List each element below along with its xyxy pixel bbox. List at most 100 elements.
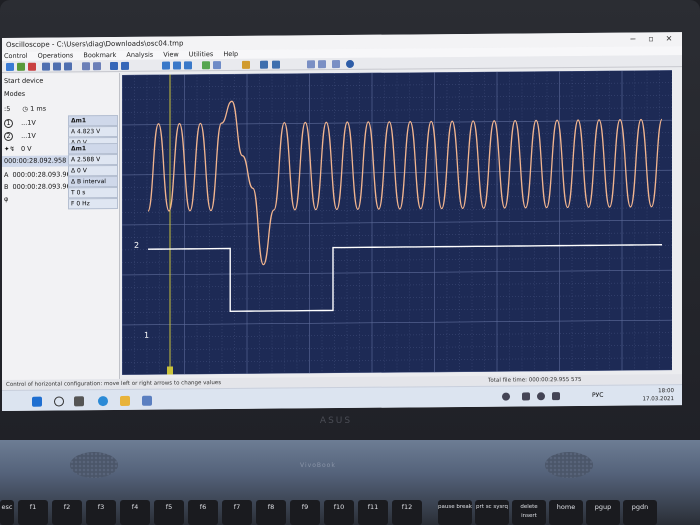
menu-utilities[interactable]: Utilities — [187, 50, 213, 59]
menu-analysis[interactable]: Analysis — [124, 51, 153, 60]
battery-icon[interactable] — [522, 392, 530, 401]
key-pgup[interactable]: pgup — [586, 500, 620, 525]
menu-help[interactable]: Help — [221, 50, 238, 59]
undo-icon[interactable] — [110, 61, 118, 71]
menu-operations[interactable]: Operations — [36, 51, 74, 60]
play-icon[interactable] — [202, 61, 210, 70]
menu-bookmark[interactable]: Bookmark — [81, 51, 116, 60]
measure-box-3-period: T 0 s — [68, 186, 118, 199]
function-key-row: esc f1 f2 f3 f4 f5 f6 f7 f8 f9 f10 f11 f… — [0, 500, 700, 525]
key-f4[interactable]: f4 — [120, 500, 150, 525]
timebase-value: 1 ms — [30, 104, 47, 113]
key-prtsc[interactable]: prt sc sysrq — [475, 500, 509, 525]
maximize-button[interactable]: ▫ — [642, 32, 660, 46]
key-f1[interactable]: f1 — [18, 500, 48, 525]
ch2-label: 2 — [4, 131, 13, 141]
help-icon[interactable] — [346, 59, 354, 68]
minimize-button[interactable]: − — [624, 32, 642, 46]
ch2-scale-control[interactable]: 2 ...1V — [4, 131, 36, 142]
ch2-scale-value: ...1V — [21, 131, 36, 140]
cursor-a-label: A — [4, 170, 9, 179]
cursor-icon[interactable] — [42, 62, 50, 71]
ch2-marker[interactable]: 2 — [134, 241, 139, 250]
measure-box-3-header[interactable]: Δ B interval — [68, 175, 118, 188]
open-icon[interactable] — [6, 62, 14, 71]
close-button[interactable]: ✕ — [660, 32, 678, 46]
trigger-level-control[interactable]: ✦↯ 0 V — [4, 144, 32, 155]
key-pgdn[interactable]: pgdn — [623, 500, 657, 525]
zoom-in-icon[interactable] — [53, 62, 61, 71]
key-esc[interactable]: esc — [0, 500, 14, 525]
cursor-a-row[interactable]: A 000:00:28.093.960 — [4, 169, 75, 181]
key-delete[interactable]: delete insert — [512, 500, 546, 525]
save-icon[interactable] — [17, 62, 25, 71]
check-icon[interactable] — [162, 61, 170, 70]
window-title: Oscilloscope - C:\Users\diag\Downloads\o… — [6, 39, 184, 49]
oscilloscope-plot[interactable]: 2 1 — [122, 70, 672, 375]
measure-box-1-header[interactable]: Δm1 — [68, 114, 118, 127]
notification-icon[interactable] — [502, 392, 510, 401]
ch1-label: 1 — [4, 118, 13, 128]
measure-box-2-header[interactable]: Δm1 — [68, 142, 118, 155]
measure-box-1-value-a: A 4.823 V — [68, 125, 118, 138]
cursor-b-value: 000:00:28.093.960 — [12, 182, 75, 191]
trigger-icon: ✦↯ — [4, 144, 15, 153]
oscilloscope-app-icon[interactable] — [142, 395, 152, 406]
marker-icon[interactable] — [184, 61, 192, 70]
key-home[interactable]: home — [549, 500, 583, 525]
record-icon[interactable] — [28, 62, 36, 71]
key-f3[interactable]: f3 — [86, 500, 116, 525]
channel-icon[interactable] — [307, 60, 315, 69]
task-view-icon[interactable] — [74, 396, 84, 407]
start-icon[interactable] — [32, 396, 42, 407]
language-indicator[interactable]: РУС — [592, 392, 603, 399]
zoom-out-icon[interactable] — [64, 62, 72, 71]
measure-icon[interactable] — [242, 60, 250, 69]
wifi-icon[interactable] — [537, 392, 545, 401]
start-device-button[interactable]: Start device — [4, 76, 43, 87]
key-pause[interactable]: pause break — [438, 500, 472, 525]
key-f2[interactable]: f2 — [52, 500, 82, 525]
laptop-screen: Oscilloscope - C:\Users\diag\Downloads\o… — [2, 32, 682, 411]
step-icon[interactable] — [213, 61, 221, 70]
key-f5[interactable]: f5 — [154, 500, 184, 525]
volume-icon[interactable] — [552, 392, 560, 401]
time-readout[interactable]: 000:00:28.092.958 — [2, 155, 68, 167]
key-f9[interactable]: f9 — [290, 500, 320, 525]
file-explorer-icon[interactable] — [120, 395, 130, 406]
clock-icon: ◷ — [22, 104, 29, 113]
timebase-control[interactable]: :5 ◷ 1 ms — [4, 104, 46, 115]
key-f10[interactable]: f10 — [324, 500, 354, 525]
key-f11[interactable]: f11 — [358, 500, 388, 525]
layout-icon[interactable] — [318, 60, 326, 69]
ch1-scale-control[interactable]: 1 ...1V — [4, 118, 36, 129]
key-f12[interactable]: f12 — [392, 500, 422, 525]
cursor-b-label: B — [4, 182, 9, 191]
check-all-icon[interactable] — [173, 61, 181, 70]
grid-icon[interactable] — [82, 62, 90, 71]
ch1-marker[interactable]: 1 — [144, 331, 149, 340]
key-f8[interactable]: f8 — [256, 500, 286, 525]
clock-time: 18:00 — [658, 388, 674, 395]
left-speaker-grill — [70, 452, 118, 478]
time-cursor-handle[interactable] — [167, 366, 173, 375]
menu-view[interactable]: View — [161, 50, 178, 59]
timebase-prefix: :5 — [4, 104, 11, 113]
scale-icon[interactable] — [272, 60, 280, 69]
clock[interactable]: 18:00 17.03.2021 — [643, 387, 675, 403]
sweep-icon[interactable] — [93, 62, 101, 71]
clock-date: 17.03.2021 — [642, 396, 675, 403]
key-f7[interactable]: f7 — [222, 500, 252, 525]
phi-label: φ — [4, 194, 9, 203]
trigger-icon[interactable] — [260, 60, 268, 69]
cursor-b-row[interactable]: B 000:00:28.093.960 — [4, 181, 75, 193]
modes-button[interactable]: Modes — [4, 89, 25, 100]
redo-icon[interactable] — [121, 61, 129, 70]
key-f6[interactable]: f6 — [188, 500, 218, 525]
search-icon[interactable] — [54, 396, 64, 407]
model-label: VivoBook — [300, 462, 336, 469]
menu-control[interactable]: Control — [2, 52, 28, 61]
split-icon[interactable] — [332, 60, 340, 69]
trigger-level-value: 0 V — [20, 144, 32, 153]
edge-icon[interactable] — [98, 396, 108, 407]
